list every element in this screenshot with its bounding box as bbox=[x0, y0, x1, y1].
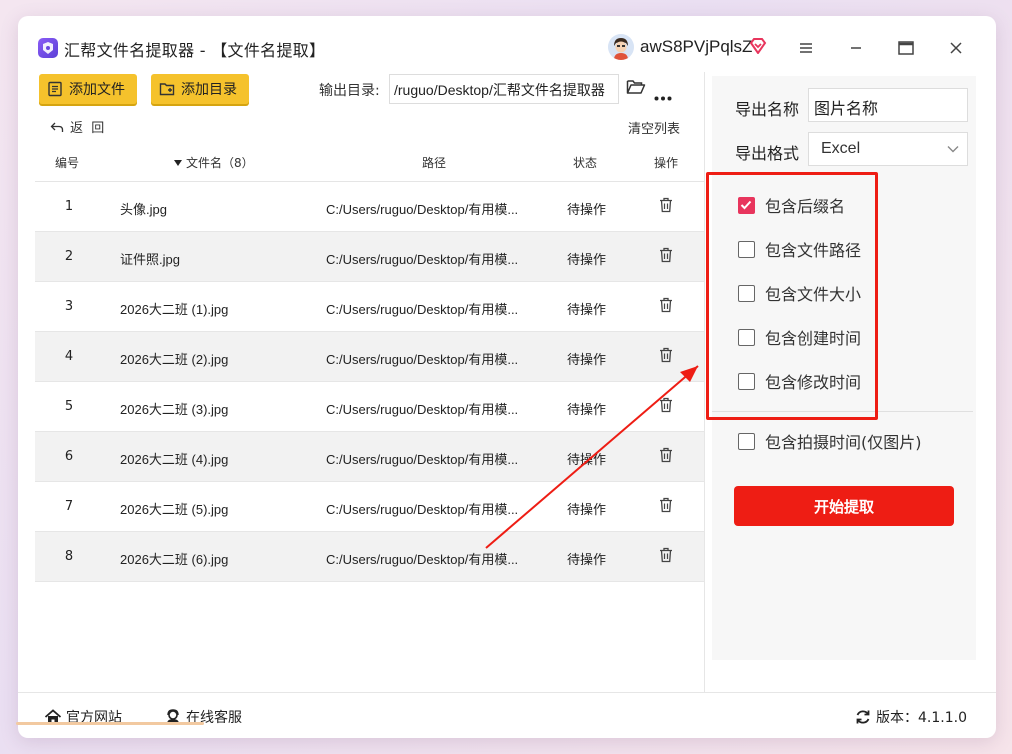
maximize-icon[interactable] bbox=[894, 36, 918, 60]
row-status: 待操作 bbox=[567, 303, 607, 318]
start-extract-button[interactable]: 开始提取 bbox=[734, 486, 954, 526]
output-directory-label: 输出目录: bbox=[319, 83, 380, 99]
row-status: 待操作 bbox=[567, 403, 607, 418]
export-format-select[interactable]: Excel bbox=[808, 132, 968, 166]
row-number: 7 bbox=[64, 499, 74, 514]
row-filename: 2026大二班 (5).jpg bbox=[120, 502, 229, 517]
row-filename: 证件照.jpg bbox=[120, 252, 180, 267]
add-directory-button[interactable]: 添加目录 bbox=[151, 74, 249, 104]
version-info[interactable]: 版本：4.1.1.0 bbox=[854, 707, 967, 727]
folder-open-icon[interactable] bbox=[626, 78, 646, 100]
row-number: 3 bbox=[64, 299, 74, 314]
username[interactable]: awS8PVjPqlsZ bbox=[640, 37, 752, 57]
trash-icon[interactable] bbox=[659, 297, 673, 317]
table-row[interactable]: 7 2026大二班 (5).jpg C:/Users/ruguo/Desktop… bbox=[35, 482, 704, 532]
row-path: C:/Users/ruguo/Desktop/有用模... bbox=[326, 552, 519, 567]
add-file-label: 添加文件 bbox=[69, 82, 125, 98]
table-row[interactable]: 6 2026大二班 (4).jpg C:/Users/ruguo/Desktop… bbox=[35, 432, 704, 482]
row-filename: 2026大二班 (3).jpg bbox=[120, 402, 229, 417]
export-name-label: 导出名称 bbox=[735, 100, 800, 119]
row-path: C:/Users/ruguo/Desktop/有用模... bbox=[326, 452, 519, 467]
column-header-filename[interactable]: 文件名（8） bbox=[173, 154, 254, 171]
row-filename: 2026大二班 (4).jpg bbox=[120, 452, 229, 467]
trash-icon[interactable] bbox=[659, 197, 673, 217]
add-file-button[interactable]: 添加文件 bbox=[39, 74, 137, 104]
row-path: C:/Users/ruguo/Desktop/有用模... bbox=[326, 252, 519, 267]
app-logo-icon bbox=[38, 38, 58, 58]
row-path: C:/Users/ruguo/Desktop/有用模... bbox=[326, 352, 519, 367]
menu-icon[interactable] bbox=[794, 36, 818, 60]
option-include-shot-time[interactable]: 包含拍摄时间(仅图片) bbox=[738, 429, 922, 453]
row-filename: 2026大二班 (6).jpg bbox=[120, 552, 229, 567]
clear-list-button[interactable]: 清空列表 bbox=[628, 118, 680, 137]
window-title: 汇帮文件名提取器 - 【文件名提取】 bbox=[64, 41, 326, 60]
export-format-value: Excel bbox=[821, 140, 861, 157]
refresh-icon bbox=[856, 710, 870, 724]
row-filename: 2026大二班 (1).jpg bbox=[120, 302, 229, 317]
row-status: 待操作 bbox=[567, 503, 607, 518]
file-icon bbox=[48, 81, 62, 97]
back-button[interactable]: 返 回 bbox=[50, 117, 104, 136]
row-status: 待操作 bbox=[567, 203, 607, 218]
checkbox[interactable] bbox=[738, 432, 755, 450]
export-name-input[interactable]: 图片名称 bbox=[808, 88, 968, 122]
row-path: C:/Users/ruguo/Desktop/有用模... bbox=[326, 302, 519, 317]
highlight-box bbox=[706, 172, 878, 420]
trash-icon[interactable] bbox=[659, 397, 673, 417]
sort-down-icon bbox=[174, 159, 182, 166]
row-number: 6 bbox=[64, 449, 74, 464]
trash-icon[interactable] bbox=[659, 347, 673, 367]
add-directory-label: 添加目录 bbox=[181, 82, 237, 98]
row-filename: 2026大二班 (2).jpg bbox=[120, 352, 229, 367]
close-icon[interactable] bbox=[944, 36, 968, 60]
table-row[interactable]: 4 2026大二班 (2).jpg C:/Users/ruguo/Desktop… bbox=[35, 332, 704, 382]
app-window: 汇帮文件名提取器 - 【文件名提取】 awS8PVjPqlsZ 添加文件 添加目… bbox=[18, 16, 996, 738]
user-avatar[interactable] bbox=[608, 34, 634, 60]
table-row[interactable]: 1 头像.jpg C:/Users/ruguo/Desktop/有用模... 待… bbox=[35, 182, 704, 232]
row-status: 待操作 bbox=[567, 553, 607, 568]
row-number: 2 bbox=[64, 249, 74, 264]
trash-icon[interactable] bbox=[659, 497, 673, 517]
column-header-path: 路径 bbox=[422, 156, 447, 170]
option-label: 包含拍摄时间(仅图片) bbox=[765, 433, 922, 452]
back-arrow-icon bbox=[50, 122, 64, 132]
chevron-down-icon bbox=[947, 146, 959, 153]
row-path: C:/Users/ruguo/Desktop/有用模... bbox=[326, 202, 519, 217]
row-number: 5 bbox=[64, 399, 74, 414]
column-header-number: 编号 bbox=[55, 156, 80, 170]
footer-bar: 官方网站 在线客服 版本：4.1.1.0 bbox=[18, 692, 996, 738]
file-table-body: 1 头像.jpg C:/Users/ruguo/Desktop/有用模... 待… bbox=[35, 182, 704, 582]
table-row[interactable]: 3 2026大二班 (1).jpg C:/Users/ruguo/Desktop… bbox=[35, 282, 704, 332]
row-path: C:/Users/ruguo/Desktop/有用模... bbox=[326, 502, 519, 517]
table-row[interactable]: 8 2026大二班 (6).jpg C:/Users/ruguo/Desktop… bbox=[35, 532, 704, 582]
trash-icon[interactable] bbox=[659, 247, 673, 267]
more-options-icon[interactable] bbox=[654, 86, 672, 105]
row-status: 待操作 bbox=[567, 453, 607, 468]
output-directory-input[interactable]: /ruguo/Desktop/汇帮文件名提取器 bbox=[389, 74, 619, 104]
column-header-operation: 操作 bbox=[654, 156, 679, 170]
filename-header-label: 文件名（8） bbox=[186, 156, 254, 170]
trash-icon[interactable] bbox=[659, 547, 673, 567]
table-row[interactable]: 5 2026大二班 (3).jpg C:/Users/ruguo/Desktop… bbox=[35, 382, 704, 432]
row-path: C:/Users/ruguo/Desktop/有用模... bbox=[326, 402, 519, 417]
pane-divider bbox=[704, 72, 705, 692]
folder-add-icon bbox=[159, 83, 175, 96]
row-status: 待操作 bbox=[567, 253, 607, 268]
back-label: 返 回 bbox=[70, 121, 105, 136]
table-row[interactable]: 2 证件照.jpg C:/Users/ruguo/Desktop/有用模... … bbox=[35, 232, 704, 282]
row-number: 4 bbox=[64, 349, 74, 364]
trash-icon[interactable] bbox=[659, 447, 673, 467]
row-status: 待操作 bbox=[567, 353, 607, 368]
export-format-label: 导出格式 bbox=[735, 144, 800, 163]
minimize-icon[interactable] bbox=[844, 36, 868, 60]
horizontal-scroll-indicator[interactable] bbox=[16, 722, 204, 725]
column-header-status: 状态 bbox=[573, 156, 598, 170]
vip-diamond-icon[interactable] bbox=[749, 38, 767, 58]
version-label: 版本：4.1.1.0 bbox=[876, 710, 967, 726]
title-bar: 汇帮文件名提取器 - 【文件名提取】 awS8PVjPqlsZ bbox=[18, 16, 996, 72]
row-number: 8 bbox=[64, 549, 74, 564]
row-number: 1 bbox=[64, 199, 74, 214]
row-filename: 头像.jpg bbox=[120, 202, 167, 217]
